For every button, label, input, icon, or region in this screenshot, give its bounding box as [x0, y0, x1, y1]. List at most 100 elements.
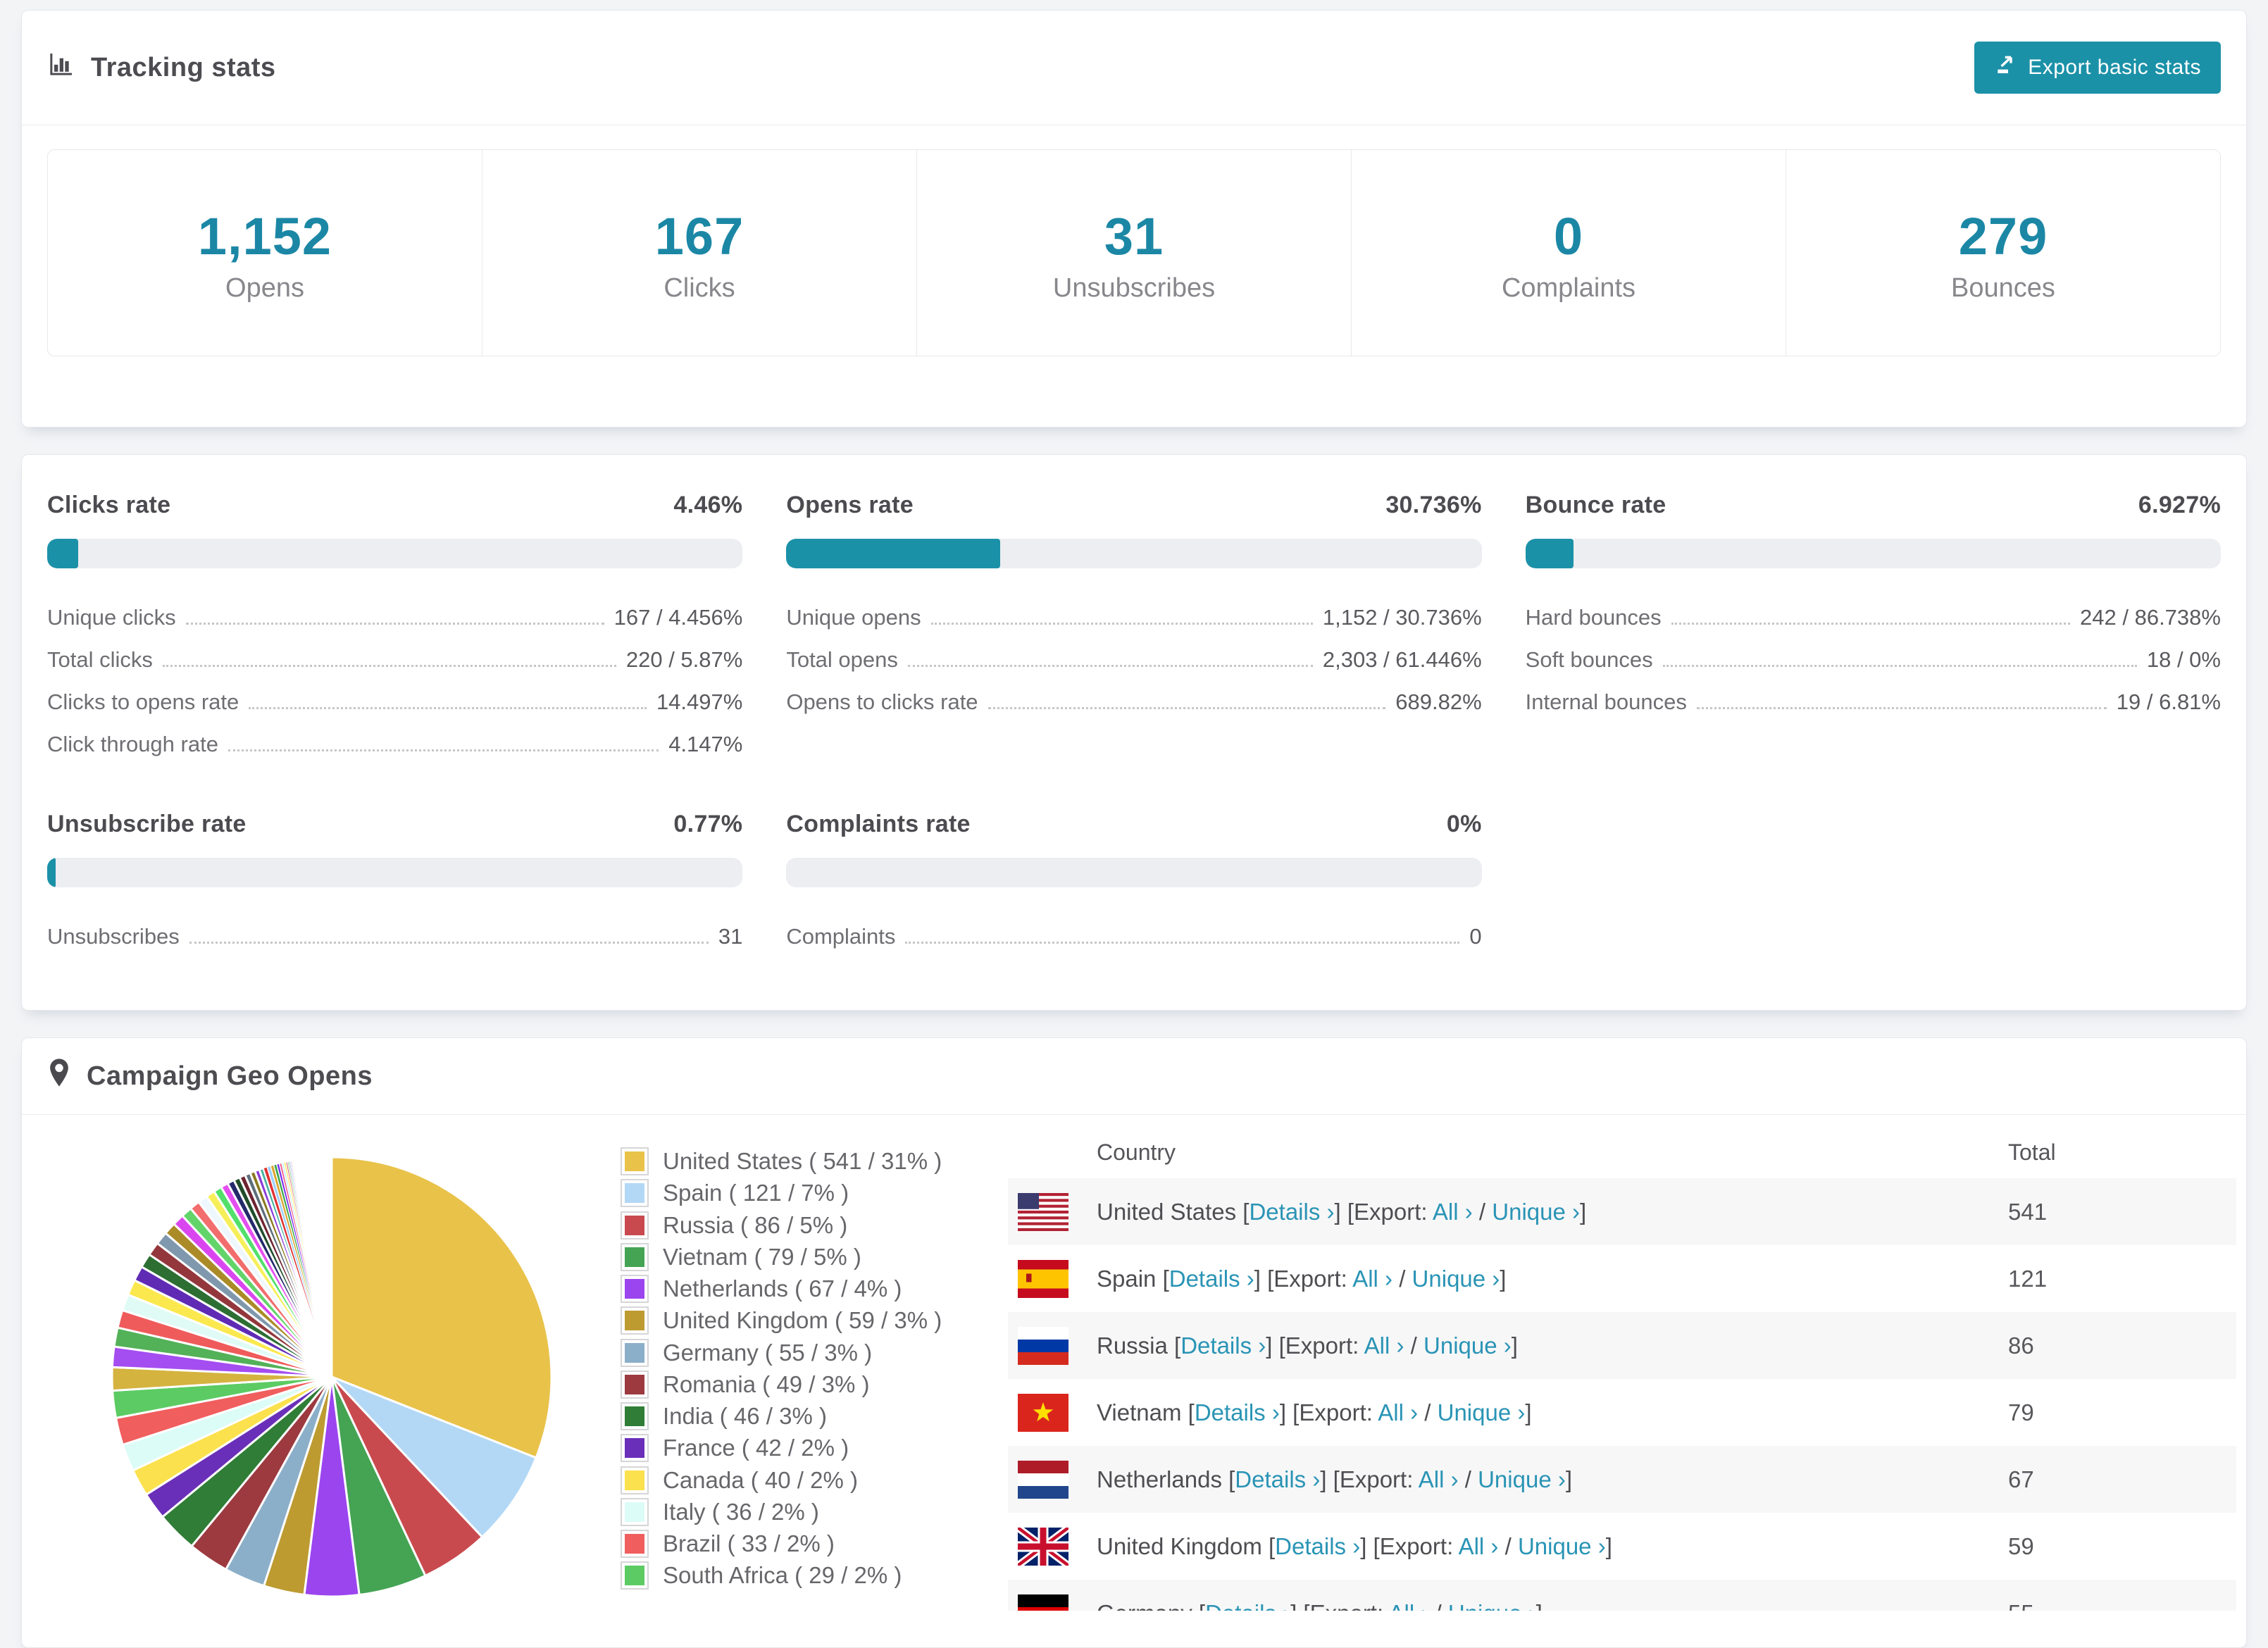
rate-row-label: Unique opens	[786, 605, 921, 630]
export-icon	[1994, 54, 2017, 82]
export-all-link[interactable]: All ›	[1352, 1266, 1392, 1292]
rate-title: Bounce rate	[1525, 492, 1666, 518]
dotted-leader	[1671, 623, 2071, 625]
legend-item-russia: Russia ( 86 / 5% )	[621, 1211, 1001, 1240]
geo-table-row-netherlands: Netherlands [Details ›] [Export: All › /…	[1008, 1446, 2236, 1513]
legend-item-united-states: United States ( 541 / 31% )	[621, 1147, 1001, 1176]
tracking-stats-title-text: Tracking stats	[91, 52, 276, 82]
stat-box-complaints: 0 Complaints	[1351, 150, 1786, 356]
dotted-leader	[189, 942, 709, 944]
flag-gb-icon	[1018, 1527, 1068, 1566]
tracking-stats-title: Tracking stats	[47, 50, 276, 85]
progress-bar-fill	[47, 539, 79, 568]
legend-swatch	[621, 1530, 649, 1559]
rate-row-value: 1,152 / 30.736%	[1322, 605, 1482, 630]
rate-value: 0%	[1446, 811, 1482, 837]
rate-row-soft-bounces: Soft bounces 18 / 0%	[1526, 639, 2221, 681]
rate-row-clicks-to-opens-rate: Clicks to opens rate 14.497%	[47, 681, 742, 723]
export-all-link[interactable]: All ›	[1378, 1399, 1418, 1425]
bracket-close: ]	[1500, 1265, 1507, 1292]
geo-pie-chart	[43, 1126, 621, 1616]
legend-item-germany: Germany ( 55 / 3% )	[621, 1338, 1001, 1367]
legend-item-netherlands: Netherlands ( 67 / 4% )	[621, 1275, 1001, 1304]
rate-row-unique-clicks: Unique clicks 167 / 4.456%	[47, 597, 742, 639]
rate-value: 4.46%	[673, 492, 743, 518]
export-unique-link[interactable]: Unique ›	[1518, 1533, 1606, 1559]
details-link[interactable]: Details ›	[1275, 1533, 1360, 1559]
rate-row-value: 689.82%	[1395, 689, 1482, 714]
rate-row-label: Internal bounces	[1525, 689, 1687, 714]
export-unique-link[interactable]: Unique ›	[1438, 1399, 1526, 1425]
country-name: Russia	[1097, 1332, 1168, 1359]
flag-nl-icon	[1018, 1460, 1068, 1499]
details-link[interactable]: Details ›	[1205, 1600, 1290, 1611]
details-link[interactable]: Details ›	[1169, 1266, 1254, 1292]
rate-row-unique-opens: Unique opens 1,152 / 30.736%	[786, 597, 1481, 639]
export-all-link[interactable]: All ›	[1433, 1199, 1473, 1225]
export-basic-stats-button[interactable]: Export basic stats	[1974, 42, 2221, 94]
export-prefix: ] [Export:	[1266, 1332, 1364, 1359]
total-cell: 55	[2008, 1600, 2226, 1611]
stat-label: Unsubscribes	[1052, 273, 1216, 303]
dotted-leader	[185, 623, 604, 625]
legend-label: Spain ( 121 / 7% )	[663, 1180, 849, 1206]
export-unique-link[interactable]: Unique ›	[1412, 1266, 1500, 1292]
legend-swatch	[621, 1466, 649, 1494]
export-all-link[interactable]: All ›	[1389, 1600, 1429, 1611]
map-pin-icon	[47, 1058, 71, 1094]
rate-group-opens-rate: Opens rate 30.736% Unique opens 1,152 / …	[786, 492, 1482, 766]
details-link[interactable]: Details ›	[1235, 1466, 1320, 1492]
country-name: United States	[1097, 1198, 1237, 1225]
rate-row-internal-bounces: Internal bounces 19 / 6.81%	[1526, 681, 2221, 723]
country-cell: Vietnam [Details ›] [Export: All › / Uni…	[1097, 1399, 2008, 1426]
rate-head: Complaints rate 0%	[786, 811, 1481, 838]
total-cell: 86	[2008, 1332, 2034, 1359]
legend-swatch	[621, 1402, 649, 1431]
export-prefix: ] [Export:	[1334, 1198, 1433, 1225]
bracket: [	[1188, 1399, 1195, 1425]
legend-swatch	[621, 1434, 649, 1463]
progress-bar	[47, 858, 743, 887]
details-link[interactable]: Details ›	[1180, 1332, 1266, 1359]
geo-table-row-spain: Spain [Details ›] [Export: All › / Uniqu…	[1008, 1245, 2236, 1312]
export-unique-link[interactable]: Unique ›	[1478, 1466, 1566, 1492]
legend-label: Russia ( 86 / 5% )	[663, 1211, 848, 1238]
bar-chart-icon	[47, 50, 75, 85]
details-link[interactable]: Details ›	[1249, 1199, 1334, 1225]
rate-group-complaints-rate: Complaints rate 0% Complaints 0	[786, 811, 1482, 958]
legend-label: Romania ( 49 / 3% )	[663, 1371, 870, 1397]
stat-box-bounces: 279 Bounces	[1786, 150, 2220, 356]
legend-label: United States ( 541 / 31% )	[663, 1148, 942, 1174]
stat-box-opens: 1,152 Opens	[48, 150, 482, 356]
legend-label: France ( 42 / 2% )	[663, 1435, 849, 1461]
legend-label: South Africa ( 29 / 2% )	[663, 1562, 902, 1589]
legend-swatch	[621, 1179, 649, 1208]
export-prefix: ] [Export:	[1320, 1466, 1419, 1492]
legend-label: India ( 46 / 3% )	[663, 1403, 827, 1429]
legend-swatch	[621, 1338, 649, 1367]
legend-swatch	[621, 1275, 649, 1304]
rate-group-unsubscribe-rate: Unsubscribe rate 0.77% Unsubscribes 31	[47, 811, 743, 958]
export-button-label: Export basic stats	[2028, 56, 2201, 79]
rate-value: 30.736%	[1385, 492, 1482, 518]
export-unique-link[interactable]: Unique ›	[1448, 1600, 1536, 1611]
legend-label: Germany ( 55 / 3% )	[663, 1339, 873, 1366]
total-cell: 121	[2008, 1265, 2048, 1292]
bracket: [	[1174, 1332, 1181, 1359]
legend-swatch	[621, 1211, 649, 1240]
export-all-link[interactable]: All ›	[1459, 1533, 1499, 1559]
country-cell: United Kingdom [Details ›] [Export: All …	[1097, 1533, 2008, 1560]
rate-value: 0.77%	[673, 811, 743, 837]
rate-row-hard-bounces: Hard bounces 242 / 86.738%	[1526, 597, 2221, 639]
export-all-link[interactable]: All ›	[1419, 1466, 1459, 1492]
dotted-leader	[987, 707, 1386, 709]
bracket-close: ]	[1565, 1466, 1572, 1492]
country-cell: United States [Details ›] [Export: All ›…	[1097, 1199, 2008, 1225]
export-unique-link[interactable]: Unique ›	[1423, 1332, 1512, 1359]
export-all-link[interactable]: All ›	[1364, 1332, 1404, 1359]
export-unique-link[interactable]: Unique ›	[1492, 1199, 1580, 1225]
pie-legend: United States ( 541 / 31% ) Spain ( 121 …	[621, 1126, 1001, 1616]
legend-item-india: India ( 46 / 3% )	[621, 1402, 1001, 1431]
details-link[interactable]: Details ›	[1195, 1399, 1280, 1425]
rate-row-total-opens: Total opens 2,303 / 61.446%	[786, 639, 1481, 681]
